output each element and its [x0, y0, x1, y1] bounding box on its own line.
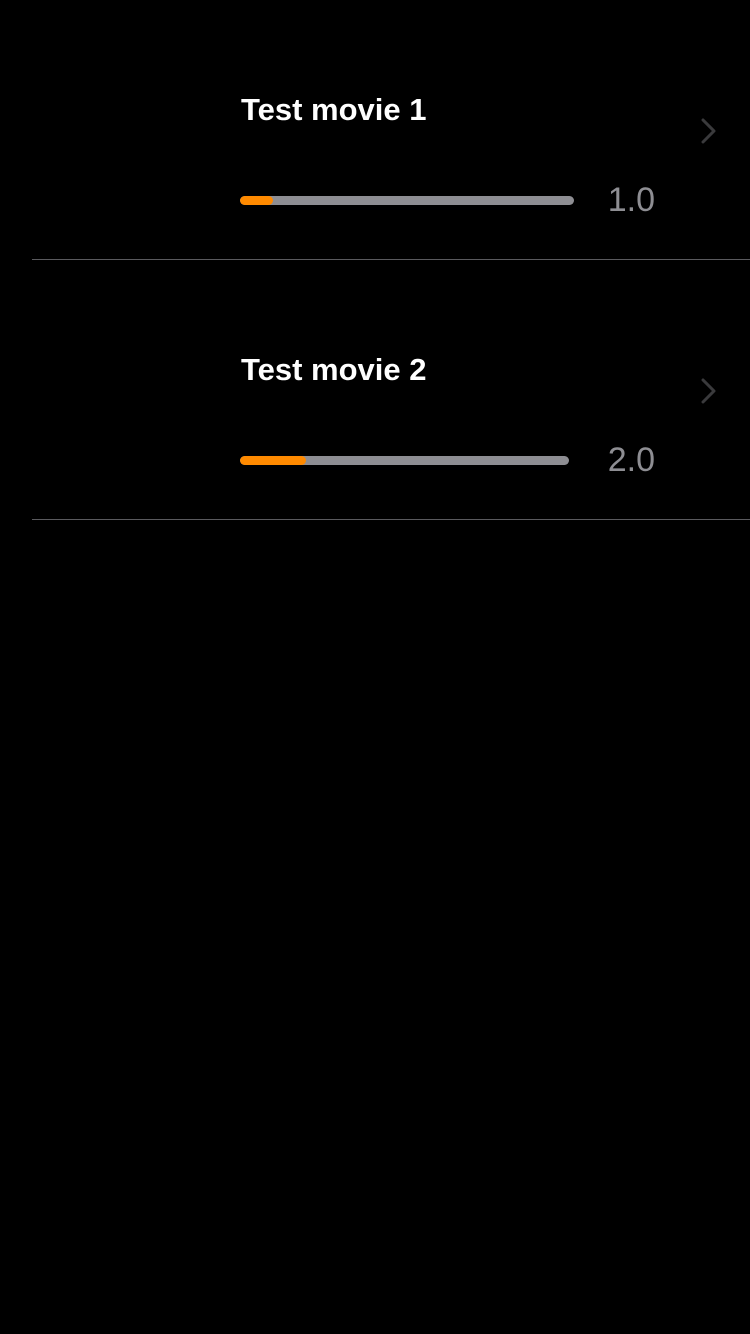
row-divider: [32, 519, 750, 520]
movie-row[interactable]: Test movie 2 2.0: [0, 260, 750, 520]
chevron-right-icon: [698, 116, 720, 146]
movie-rating: 1.0: [607, 181, 655, 219]
rating-progress-track: [240, 196, 574, 205]
movie-list: Test movie 1 1.0 Test movie 2 2.0: [0, 0, 750, 520]
movie-rating: 2.0: [607, 441, 655, 479]
rating-progress-fill: [240, 196, 274, 205]
movie-title: Test movie 2: [241, 352, 427, 387]
movie-row[interactable]: Test movie 1 1.0: [0, 0, 750, 260]
chevron-right-icon: [698, 376, 720, 406]
rating-progress-track: [240, 456, 569, 465]
movie-title: Test movie 1: [241, 92, 427, 127]
rating-progress-fill: [240, 456, 306, 465]
